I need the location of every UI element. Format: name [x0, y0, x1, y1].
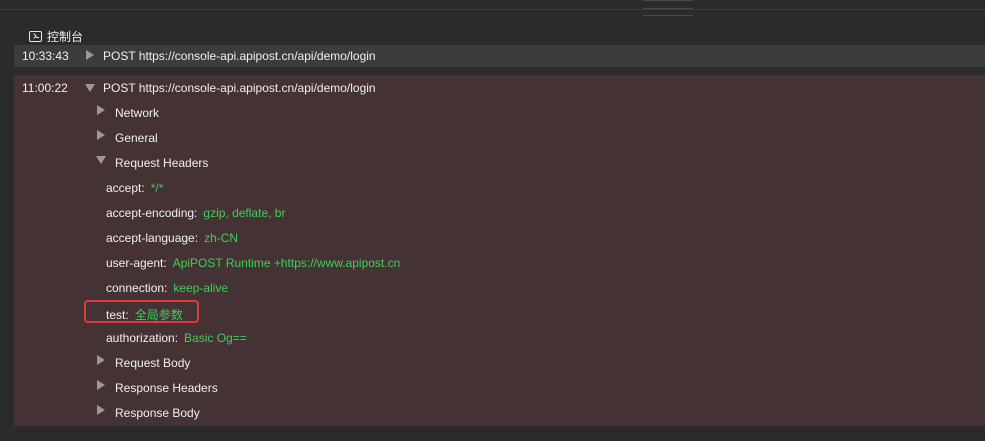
- triangle-right-icon[interactable]: [97, 105, 105, 115]
- log-time: 11:00:22: [22, 81, 68, 95]
- section-response-body[interactable]: Response Body: [115, 406, 200, 420]
- console-tab[interactable]: 控制台: [29, 27, 83, 45]
- header-key: accept:: [106, 181, 145, 195]
- header-value: ApiPOST Runtime +https://www.apipost.cn: [172, 256, 401, 270]
- triangle-right-icon[interactable]: [97, 130, 105, 140]
- triangle-down-icon[interactable]: [85, 84, 95, 92]
- header-row-accept-language: accept-language: zh-CN: [106, 231, 238, 245]
- header-key: connection:: [106, 281, 168, 295]
- header-value: Basic Og==: [184, 331, 247, 345]
- highlight-annotation: [84, 300, 199, 323]
- header-key: user-agent:: [106, 256, 167, 270]
- header-row-connection: connection: keep-alive: [106, 281, 228, 295]
- triangle-right-icon[interactable]: [97, 405, 105, 415]
- header-value: keep-alive: [173, 281, 229, 295]
- section-general[interactable]: General: [115, 131, 158, 145]
- header-row-authorization: authorization: Basic Og==: [106, 331, 247, 345]
- header-value: zh-CN: [204, 231, 239, 245]
- header-key: accept-language:: [106, 231, 199, 245]
- section-response-headers[interactable]: Response Headers: [115, 381, 218, 395]
- log-entry-expanded: 11:00:22 POST https://console-api.apipos…: [14, 75, 985, 426]
- triangle-right-icon[interactable]: [97, 380, 105, 390]
- console-title: 控制台: [47, 29, 84, 44]
- top-toolbar: [0, 0, 985, 24]
- section-request-headers[interactable]: Request Headers: [115, 156, 208, 170]
- resize-handle[interactable]: [643, 0, 693, 16]
- log-time: 10:33:43: [22, 49, 69, 63]
- terminal-icon: [29, 30, 42, 42]
- section-network[interactable]: Network: [115, 106, 159, 120]
- header-value: */*: [150, 181, 164, 195]
- header-value: gzip, deflate, br: [203, 206, 286, 220]
- header-key: authorization:: [106, 331, 179, 345]
- triangle-down-icon[interactable]: [96, 156, 106, 164]
- triangle-right-icon[interactable]: [97, 355, 105, 365]
- log-entry-collapsed[interactable]: 10:33:43 POST https://console-api.apipos…: [14, 45, 985, 67]
- header-row-accept-encoding: accept-encoding: gzip, deflate, br: [106, 206, 285, 220]
- divider: [0, 9, 985, 10]
- triangle-right-icon[interactable]: [86, 50, 94, 60]
- header-key: accept-encoding:: [106, 206, 198, 220]
- section-request-body[interactable]: Request Body: [115, 356, 190, 370]
- header-row-accept: accept: */*: [106, 181, 163, 195]
- log-request[interactable]: POST https://console-api.apipost.cn/api/…: [103, 49, 376, 63]
- log-request[interactable]: POST https://console-api.apipost.cn/api/…: [103, 81, 376, 95]
- header-row-user-agent: user-agent: ApiPOST Runtime +https://www.…: [106, 256, 400, 270]
